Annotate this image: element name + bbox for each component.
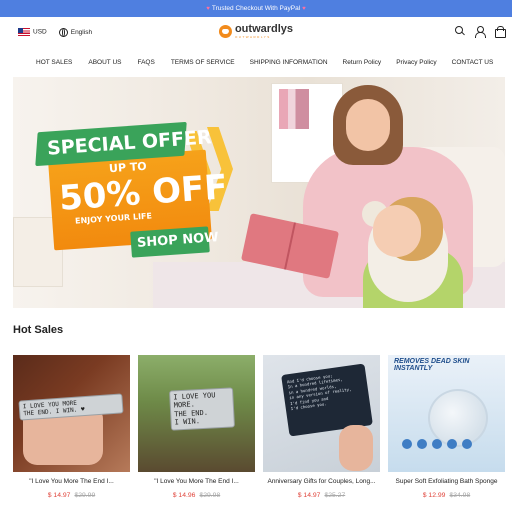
- nav-item-privacy-policy[interactable]: Privacy Policy: [396, 59, 436, 66]
- sale-price: $ 12.99: [422, 492, 446, 499]
- books: [279, 89, 309, 129]
- image-headline: REMOVES DEAD SKIN INSTANTLY: [394, 358, 469, 373]
- sale-price: $ 14.96: [172, 492, 196, 499]
- nav-item-terms[interactable]: TERMS OF SERVICE: [171, 59, 235, 66]
- image-text: I LOVE YOU MORE. THE END. I WIN.: [173, 391, 216, 427]
- compare-price: $25.27: [324, 492, 346, 499]
- keychain-tag: I LOVE YOU MORE THE END. I WIN. ♥: [18, 393, 124, 421]
- site-header: USD English outwardlys OUTWARDLYS: [0, 17, 512, 47]
- compare-price: $29.99: [74, 492, 96, 499]
- section-title-hot-sales: Hot Sales: [13, 324, 64, 336]
- search-icon[interactable]: [454, 25, 466, 37]
- main-nav: HOT SALES ABOUT US FAQS TERMS OF SERVICE…: [0, 47, 512, 77]
- image-text: I LOVE YOU MORE THE END. I WIN. ♥: [22, 399, 85, 418]
- sale-price: $ 14.97: [47, 492, 71, 499]
- product-card[interactable]: I LOVE YOU MORE THE END. I WIN. ♥ "I Lov…: [13, 355, 130, 499]
- logo-name: outwardlys: [234, 23, 294, 35]
- product-image[interactable]: REMOVES DEAD SKIN INSTANTLY: [388, 355, 505, 472]
- sale-price: $ 14.97: [297, 492, 321, 499]
- user-icon[interactable]: [474, 25, 486, 38]
- nav-item-return-policy[interactable]: Return Policy: [343, 59, 382, 66]
- image-text: And I'd choose you; In a hundred lifetim…: [286, 373, 352, 412]
- product-price: $ 14.96 $29.98: [138, 492, 255, 499]
- heart-icon: ♥: [206, 5, 210, 12]
- currency-selector[interactable]: USD: [18, 28, 47, 36]
- product-price: $ 12.99 $34.98: [388, 492, 505, 499]
- product-title[interactable]: "I Love You More The End I...: [13, 478, 130, 485]
- nav-item-faqs[interactable]: FAQS: [137, 59, 154, 66]
- nav-item-about-us[interactable]: ABOUT US: [88, 59, 121, 66]
- girl-face: [373, 205, 421, 257]
- keychain-tag: I LOVE YOU MORE. THE END. I WIN.: [169, 387, 235, 431]
- globe-icon: [58, 27, 68, 37]
- cart-icon[interactable]: [494, 25, 506, 38]
- language-selector[interactable]: English: [58, 27, 93, 37]
- feature-icons: [402, 439, 472, 449]
- announcement-text: Trusted Checkout With PayPal: [211, 5, 301, 12]
- product-grid: I LOVE YOU MORE THE END. I WIN. ♥ "I Lov…: [13, 355, 505, 512]
- product-card[interactable]: REMOVES DEAD SKIN INSTANTLY Super Soft E…: [388, 355, 505, 499]
- image-text: REMOVES DEAD SKIN INSTANTLY: [394, 358, 470, 373]
- us-flag-icon: [18, 28, 30, 36]
- nav-item-shipping[interactable]: SHIPPING INFORMATION: [250, 59, 328, 66]
- nav-item-contact-us[interactable]: CONTACT US: [452, 59, 494, 66]
- product-card[interactable]: And I'd choose you; In a hundred lifetim…: [263, 355, 380, 499]
- announcement-bar: ♥ Trusted Checkout With PayPal ♥: [0, 0, 512, 17]
- product-image[interactable]: And I'd choose you; In a hundred lifetim…: [263, 355, 380, 472]
- product-title[interactable]: "I Love You More The End I...: [138, 478, 255, 485]
- compare-price: $34.98: [449, 492, 471, 499]
- currency-label: USD: [33, 28, 47, 36]
- product-image[interactable]: I LOVE YOU MORE THE END. I WIN. ♥: [13, 355, 130, 472]
- heart-icon: ♥: [302, 5, 306, 12]
- compare-price: $29.98: [199, 492, 221, 499]
- hand: [339, 425, 373, 471]
- logo-subtitle: OUTWARDLYS: [234, 35, 271, 39]
- product-price: $ 14.97 $29.99: [13, 492, 130, 499]
- woman-face: [346, 99, 390, 151]
- product-price: $ 14.97 $25.27: [263, 492, 380, 499]
- language-label: English: [70, 28, 93, 36]
- product-title[interactable]: Super Soft Exfoliating Bath Sponge: [388, 478, 505, 485]
- product-image[interactable]: I LOVE YOU MORE. THE END. I WIN.: [138, 355, 255, 472]
- nav-item-hot-sales[interactable]: HOT SALES: [36, 59, 72, 66]
- hero-banner[interactable]: SPECIAL OFFER UP TO 50% OFF ENJOY YOUR L…: [13, 77, 505, 308]
- product-card[interactable]: I LOVE YOU MORE. THE END. I WIN. "I Love…: [138, 355, 255, 499]
- product-title[interactable]: Anniversary Gifts for Couples, Long...: [263, 478, 380, 485]
- logo-mark-icon: [218, 25, 232, 38]
- site-logo[interactable]: outwardlys OUTWARDLYS: [218, 23, 294, 39]
